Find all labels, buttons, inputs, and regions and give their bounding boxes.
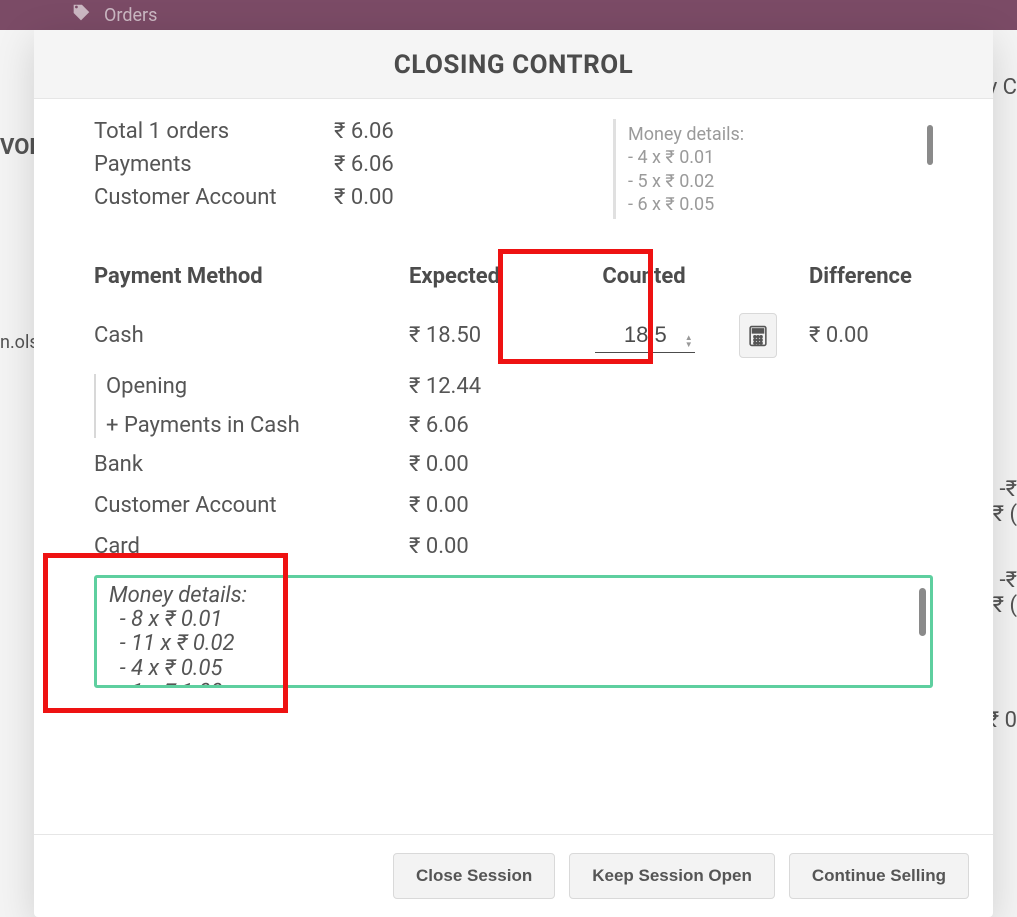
cash-breakdown: Opening ₹ 12.44 + Payments in Cash ₹ 6.0… — [94, 374, 933, 438]
header-counted: Counted — [559, 264, 729, 289]
customer-account-value: ₹ 0.00 — [334, 185, 394, 210]
summary-left: Total 1 orders ₹ 6.06 Payments ₹ 6.06 Cu… — [94, 119, 573, 219]
money-details-header: Money details: — [628, 123, 921, 146]
close-session-button[interactable]: Close Session — [393, 853, 555, 899]
total-orders-value: ₹ 6.06 — [334, 119, 394, 144]
summary-section: Total 1 orders ₹ 6.06 Payments ₹ 6.06 Cu… — [94, 119, 933, 219]
money-details-line: - 5 x ₹ 0.02 — [628, 170, 921, 193]
scrollbar-thumb[interactable] — [927, 125, 933, 165]
tag-icon — [70, 2, 92, 29]
modal-footer: Close Session Keep Session Open Continue… — [34, 834, 993, 917]
total-orders-label: Total 1 orders — [94, 119, 334, 144]
modal-header: CLOSING CONTROL — [34, 30, 993, 99]
row-card: Card ₹ 0.00 — [94, 534, 933, 559]
money-details-line: - 3 x ₹ 1.00 — [628, 217, 921, 219]
payments-value: ₹ 6.06 — [334, 152, 394, 177]
modal-title: CLOSING CONTROL — [394, 50, 634, 80]
closing-control-modal: CLOSING CONTROL Total 1 orders ₹ 6.06 Pa… — [34, 30, 993, 917]
modal-body: Total 1 orders ₹ 6.06 Payments ₹ 6.06 Cu… — [34, 99, 993, 834]
notes-line: - 11 x ₹ 0.02 — [109, 632, 918, 656]
header-expected: Expected — [409, 264, 559, 289]
number-spinner-icon[interactable]: ▲▼ — [685, 334, 693, 348]
card-label: Card — [94, 534, 409, 559]
cash-counted-input[interactable] — [595, 318, 695, 353]
cash-expected: ₹ 18.50 — [409, 323, 559, 348]
row-bank: Bank ₹ 0.00 — [94, 452, 933, 477]
notes-line: - 1 x ₹ 1.00 — [109, 681, 918, 688]
notes-header: Money details: — [109, 584, 918, 608]
cash-difference: ₹ 0.00 — [769, 323, 909, 348]
row-customer-account: Customer Account ₹ 0.00 — [94, 493, 933, 518]
row-cash: Cash ₹ 18.50 ▲▼ — [94, 313, 933, 358]
cust-acc-row-label: Customer Account — [94, 493, 409, 518]
payments-label: Payments — [94, 152, 334, 177]
table-header-row: Payment Method Expected Counted Differen… — [94, 264, 933, 289]
payments-cash-value: ₹ 6.06 — [409, 413, 559, 438]
cust-acc-row-value: ₹ 0.00 — [409, 493, 559, 518]
opening-money-details[interactable]: Money details: - 4 x ₹ 0.01 - 5 x ₹ 0.02… — [613, 119, 933, 219]
payments-cash-label: + Payments in Cash — [106, 413, 409, 438]
header-payment-method: Payment Method — [94, 264, 409, 289]
customer-account-label: Customer Account — [94, 185, 334, 210]
payment-method-table: Payment Method Expected Counted Differen… — [94, 264, 933, 559]
header-difference: Difference — [769, 264, 909, 289]
opening-value: ₹ 12.44 — [409, 374, 559, 399]
keep-session-open-button[interactable]: Keep Session Open — [569, 853, 775, 899]
continue-selling-button[interactable]: Continue Selling — [789, 853, 969, 899]
money-details-line: - 6 x ₹ 0.05 — [628, 193, 921, 216]
top-navbar: Orders — [0, 0, 1017, 30]
bank-value: ₹ 0.00 — [409, 452, 559, 477]
orders-nav-label[interactable]: Orders — [104, 5, 157, 26]
card-value: ₹ 0.00 — [409, 534, 559, 559]
money-details-line: - 4 x ₹ 0.01 — [628, 146, 921, 169]
notes-line: - 4 x ₹ 0.05 — [109, 657, 918, 681]
bank-label: Bank — [94, 452, 409, 477]
cash-label: Cash — [94, 323, 409, 348]
closing-notes-textarea[interactable]: Money details: - 8 x ₹ 0.01 - 11 x ₹ 0.0… — [94, 575, 933, 688]
scrollbar-thumb[interactable] — [919, 588, 926, 636]
notes-line: - 8 x ₹ 0.01 — [109, 608, 918, 632]
opening-label: Opening — [106, 374, 409, 399]
